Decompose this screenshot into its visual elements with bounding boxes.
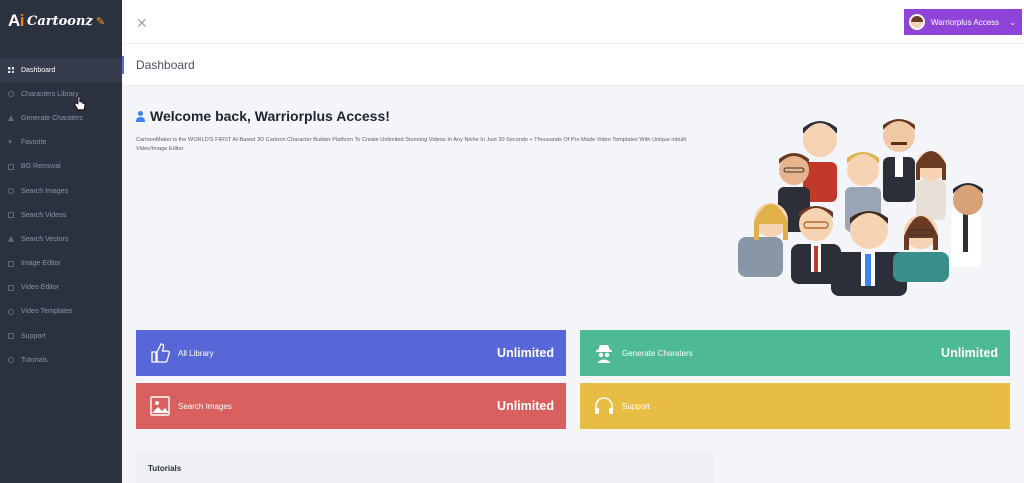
character-figure [893,215,949,282]
sidebar-item-label: Search Videos [21,211,67,219]
character-figure [831,211,907,296]
card-label: All Library [178,348,214,358]
sidebar-item-label: BG Removal [21,163,61,171]
characters-illustration [738,119,983,296]
page-title: Dashboard [136,58,195,72]
card-generate-charaters[interactable]: Generate Charaters Unlimited [580,330,1010,376]
logo-sparkle-icon: ✎ [95,15,106,28]
welcome-title: Welcome back, Warriorplus Access! [150,108,390,124]
card-search-images[interactable]: Search Images Unlimited [136,383,566,429]
sidebar-item-label: Video Editor [21,284,60,292]
user-menu-button[interactable]: Warriorplus Access ⌄ [904,9,1022,35]
user-name: Warriorplus Access [931,17,1000,27]
card-label: Generate Charaters [622,348,693,358]
sidebar-item-tutorials[interactable]: Tutorials [0,348,122,372]
sidebar-item-search-vectors[interactable]: Search Vectors [0,227,122,251]
thumbs-up-icon [151,343,170,363]
users-icon [8,91,14,98]
sidebar-item-label: Characters Library [21,90,79,98]
grid-icon [8,67,14,74]
sidebar-item-label: Image Editor [21,260,61,268]
sidebar-item-generate-charaters[interactable]: Generate Charaters [0,106,122,130]
pen-icon [8,236,14,243]
sidebar-item-characters-library[interactable]: Characters Library [0,82,122,106]
sidebar-item-favorite[interactable]: ♥ Favorite [0,131,122,155]
image-edit-icon [8,260,14,267]
card-value: Unlimited [497,399,554,413]
chat-icon [8,333,14,340]
sidebar-item-video-editor[interactable]: Video Editor [0,276,122,300]
spy-icon [596,345,612,363]
sidebar-item-label: Favorite [21,139,47,147]
search-icon [8,188,14,195]
chevron-down-icon: ⌄ [1009,17,1016,27]
user-icon [136,110,145,122]
logo-ai-mark: Ai [8,11,25,30]
avatar [909,14,925,30]
sidebar-item-label: Dashboard [21,66,56,74]
tutorials-title: Tutorials [148,464,182,473]
card-value: Unlimited [941,346,998,360]
sidebar-item-bg-removal[interactable]: BG Removal [0,155,122,179]
brand-logo[interactable]: Ai Cartoonz ✎ [0,0,122,42]
logo-wordmark: Cartoonz [27,13,93,29]
welcome-description: CartoonMaker is the WORLD'S FIRST AI-Bas… [136,137,686,152]
sidebar-item-label: Tutorials [21,356,48,364]
sidebar-item-support[interactable]: Support [0,324,122,348]
sidebar-nav: Dashboard Characters Library Generate Ch… [0,58,122,372]
sidebar-item-label: Support [21,332,46,340]
card-all-library[interactable]: All Library Unlimited [136,330,566,376]
character-figure [883,119,915,202]
tutorials-panel: Tutorials [136,452,714,483]
sidebar-item-label: Search Vectors [21,235,69,243]
card-label: Search Images [178,401,232,411]
sidebar: Ai Cartoonz ✎ Dashboard Characters Libra… [0,0,122,483]
image-icon [8,163,14,170]
circle-play-icon [8,357,14,364]
person-icon [8,115,14,122]
sidebar-item-search-videos[interactable]: Search Videos [0,203,122,227]
image-icon [150,396,170,416]
sidebar-item-image-editor[interactable]: Image Editor [0,252,122,276]
card-support[interactable]: Support [580,383,1010,429]
sidebar-item-video-templates[interactable]: Video Templates [0,300,122,324]
close-icon[interactable]: ✕ [136,16,148,30]
character-figure [916,151,946,220]
headphones-icon [595,397,613,414]
welcome-heading: Welcome back, Warriorplus Access! [136,108,390,124]
page-header: Dashboard [122,44,1024,86]
hand-cursor-icon [74,96,86,111]
film-icon [8,284,14,291]
sidebar-item-dashboard[interactable]: Dashboard [0,58,122,83]
character-figure [951,183,983,267]
header-accent-bar [122,56,124,74]
template-icon [8,308,14,315]
card-label: Support [622,401,651,411]
top-bar: ✕ Warriorplus Access ⌄ [122,0,1024,44]
sidebar-item-label: Search Images [21,187,69,195]
heart-icon: ♥ [8,139,13,147]
sidebar-item-label: Generate Charaters [21,114,83,122]
video-icon [8,212,14,219]
card-value: Unlimited [497,346,554,360]
sidebar-item-label: Video Templates [21,308,73,316]
sidebar-item-search-images[interactable]: Search Images [0,179,122,203]
character-figure [738,203,788,277]
